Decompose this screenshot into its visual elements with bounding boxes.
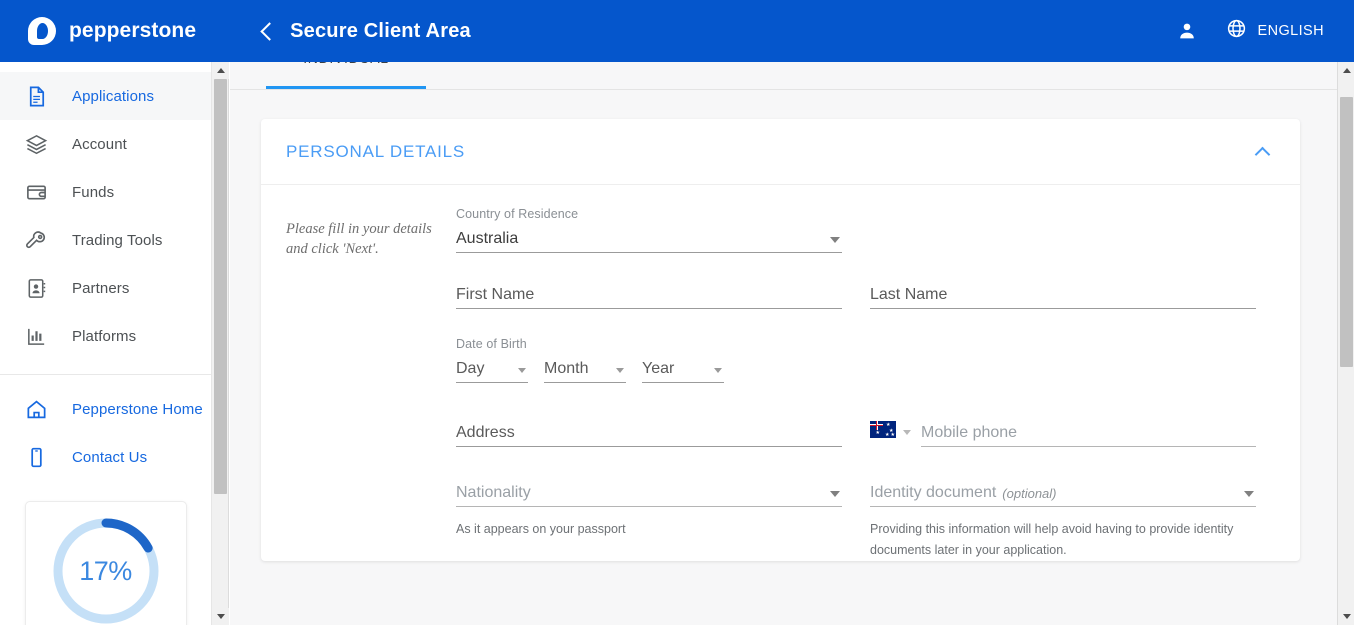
triangle-down-icon[interactable] xyxy=(1338,608,1354,625)
chevron-down-icon[interactable] xyxy=(714,368,722,373)
sidebar-item-label: Platforms xyxy=(72,327,137,345)
progress-ring: 17% xyxy=(48,513,164,625)
sidebar-item-label: Account xyxy=(72,135,127,153)
contact-book-icon xyxy=(22,274,50,302)
mobile-phone-input[interactable]: Mobile phone xyxy=(921,417,1256,447)
language-label: ENGLISH xyxy=(1257,23,1324,39)
sidebar-scrollbar-thumb[interactable] xyxy=(214,79,227,494)
country-of-residence-label: Country of Residence xyxy=(456,207,579,221)
first-name-field[interactable]: First Name xyxy=(456,279,842,309)
sidebar-item-contact-us[interactable]: Contact Us xyxy=(0,433,211,481)
sidebar-item-label: Applications xyxy=(72,87,155,105)
sidebar: Applications Account Funds Trading Tools xyxy=(0,62,212,625)
personal-details-body: Please fill in your details and click 'N… xyxy=(261,185,1300,561)
chevron-down-icon[interactable] xyxy=(903,430,911,435)
date-of-birth-label: Date of Birth xyxy=(456,337,527,351)
country-of-residence-value: Australia xyxy=(456,230,519,247)
sidebar-item-label: Trading Tools xyxy=(72,231,163,249)
identity-document-field[interactable]: Identity document (optional) Providing t… xyxy=(870,477,1256,561)
page-scrollbar-thumb[interactable] xyxy=(1340,97,1353,367)
app-header: pepperstone Secure Client Area ENGLISH xyxy=(0,0,1354,62)
mobile-phone-icon xyxy=(22,443,50,471)
dob-month-select[interactable]: Month xyxy=(544,353,626,383)
sidebar-item-funds[interactable]: Funds xyxy=(0,168,211,216)
person-icon[interactable] xyxy=(1176,20,1198,42)
layers-icon xyxy=(22,130,50,158)
sidebar-item-account[interactable]: Account xyxy=(0,120,211,168)
triangle-up-icon[interactable] xyxy=(212,62,229,79)
chevron-down-icon[interactable] xyxy=(1244,491,1254,497)
form-fields: Country of Residence Australia First Nam… xyxy=(456,207,1270,561)
dob-month-placeholder: Month xyxy=(544,360,589,377)
australia-flag-icon: ★ ★ ★ ★ ★ xyxy=(870,421,896,438)
sidebar-scrollbar[interactable] xyxy=(212,62,229,625)
sidebar-item-pepperstone-home[interactable]: Pepperstone Home xyxy=(0,385,211,433)
date-of-birth-field: Date of Birth Day Month Year xyxy=(456,337,842,383)
country-of-residence-field[interactable]: Country of Residence Australia xyxy=(456,207,842,253)
sidebar-item-label: Partners xyxy=(72,279,130,297)
dob-day-placeholder: Day xyxy=(456,360,485,377)
dob-day-select[interactable]: Day xyxy=(456,353,528,383)
chevron-up-icon[interactable] xyxy=(1254,144,1270,160)
tab-individual[interactable]: INDIVIDUAL xyxy=(266,62,426,66)
dob-year-select[interactable]: Year xyxy=(642,353,724,383)
tab-bar: INDIVIDUAL xyxy=(230,62,1337,90)
last-name-field[interactable]: Last Name xyxy=(870,279,1256,309)
application-progress-card: 17% xyxy=(24,501,187,625)
document-icon xyxy=(22,82,50,110)
bar-chart-icon xyxy=(22,322,50,350)
identity-document-optional-label: (optional) xyxy=(1002,486,1057,501)
sidebar-item-applications[interactable]: Applications xyxy=(0,72,211,120)
chevron-down-icon[interactable] xyxy=(830,237,840,243)
wrench-icon xyxy=(22,226,50,254)
sidebar-item-label: Pepperstone Home xyxy=(72,400,203,418)
form-hint: Please fill in your details and click 'N… xyxy=(286,221,432,257)
sidebar-item-platforms[interactable]: Platforms xyxy=(0,312,211,360)
mobile-phone-field[interactable]: ★ ★ ★ ★ ★ Mobile phone xyxy=(870,417,1256,447)
identity-document-placeholder: Identity document xyxy=(870,484,997,501)
language-selector[interactable]: ENGLISH xyxy=(1226,18,1324,44)
home-icon xyxy=(22,395,50,423)
personal-details-header[interactable]: PERSONAL DETAILS xyxy=(261,119,1300,185)
globe-icon xyxy=(1226,18,1247,44)
sidebar-item-label: Contact Us xyxy=(72,448,148,466)
triangle-up-icon[interactable] xyxy=(1338,62,1354,79)
progress-percent-label: 17% xyxy=(79,555,132,586)
personal-details-card: PERSONAL DETAILS Please fill in your det… xyxy=(261,119,1300,561)
chevron-down-icon[interactable] xyxy=(518,368,526,373)
section-title: PERSONAL DETAILS xyxy=(286,141,466,161)
chevron-down-icon[interactable] xyxy=(830,491,840,497)
nationality-placeholder: Nationality xyxy=(456,484,531,501)
page-scrollbar[interactable] xyxy=(1337,62,1354,625)
nationality-field[interactable]: Nationality As it appears on your passpo… xyxy=(456,477,842,561)
address-field[interactable]: Address xyxy=(456,417,842,447)
nationality-helper-text: As it appears on your passport xyxy=(456,522,626,536)
chevron-down-icon[interactable] xyxy=(616,368,624,373)
identity-document-helper-text: Providing this information will help avo… xyxy=(870,522,1234,557)
brand[interactable]: pepperstone xyxy=(28,17,196,45)
page-title: Secure Client Area xyxy=(290,19,471,42)
main-content: INDIVIDUAL PERSONAL DETAILS Please fill … xyxy=(230,62,1337,625)
sidebar-item-label: Funds xyxy=(72,183,115,201)
dob-year-placeholder: Year xyxy=(642,360,675,377)
address-placeholder: Address xyxy=(456,424,515,441)
triangle-down-icon[interactable] xyxy=(212,608,229,625)
header-actions: ENGLISH xyxy=(1176,18,1324,44)
sidebar-item-trading-tools[interactable]: Trading Tools xyxy=(0,216,211,264)
brand-name: pepperstone xyxy=(69,19,197,42)
first-name-placeholder: First Name xyxy=(456,286,535,303)
wallet-icon xyxy=(22,178,50,206)
tab-active-indicator xyxy=(266,86,426,89)
sidebar-item-partners[interactable]: Partners xyxy=(0,264,211,312)
pepperstone-logo-icon xyxy=(28,17,56,45)
chevron-left-icon[interactable] xyxy=(258,22,276,40)
mobile-phone-placeholder: Mobile phone xyxy=(921,424,1018,441)
sidebar-divider xyxy=(0,374,211,375)
last-name-placeholder: Last Name xyxy=(870,286,948,303)
